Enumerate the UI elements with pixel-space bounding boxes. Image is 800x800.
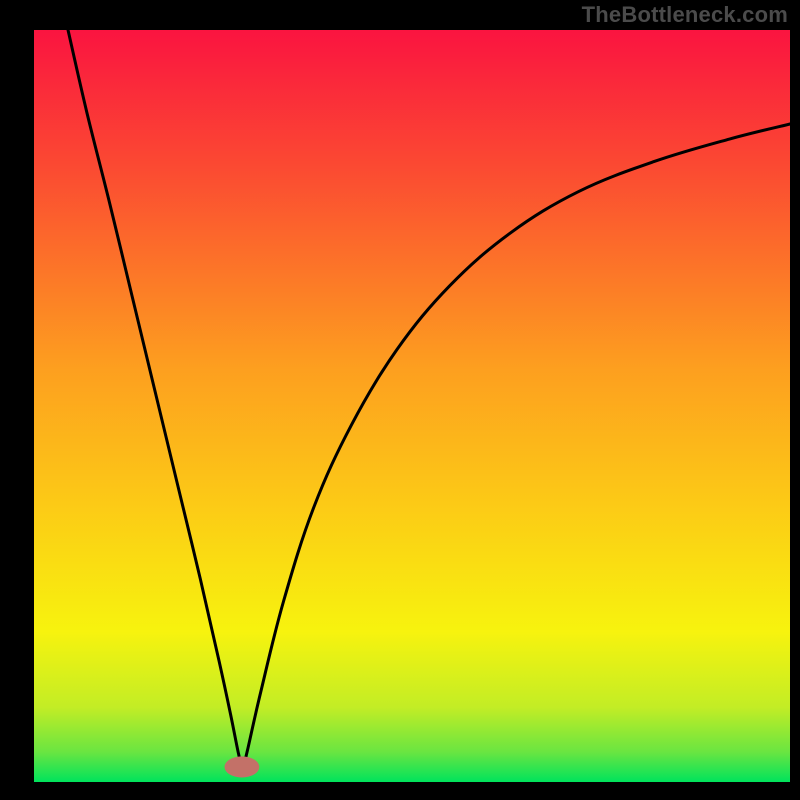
optimal-point-marker	[225, 756, 260, 777]
chart-frame: TheBottleneck.com	[0, 0, 800, 800]
watermark-label: TheBottleneck.com	[582, 2, 788, 28]
bottleneck-chart	[0, 0, 800, 800]
plot-background	[34, 30, 790, 782]
